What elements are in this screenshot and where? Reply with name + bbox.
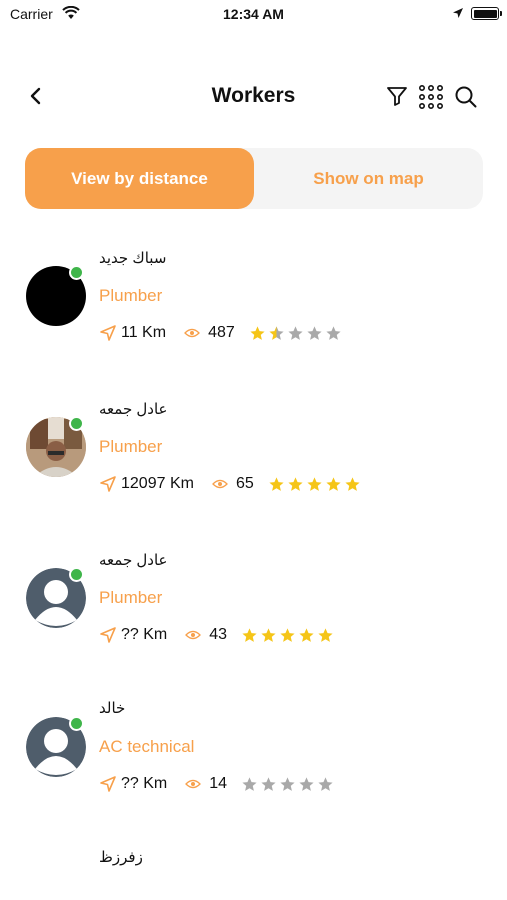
star-icon — [307, 325, 322, 340]
distance-value: 12097 Km — [121, 475, 194, 492]
star-icon — [250, 325, 265, 340]
rating-stars — [249, 325, 344, 342]
worker-meta: 11 Km 487 — [99, 322, 344, 344]
distance-value: ?? Km — [121, 775, 168, 792]
star-icon — [280, 627, 295, 642]
star-icon — [299, 776, 314, 791]
status-time: 12:34 AM — [223, 6, 284, 22]
views-count: 43 — [209, 626, 228, 643]
grid-view-button[interactable] — [418, 84, 444, 110]
star-icon — [299, 627, 314, 642]
worker-list-item[interactable]: عادل جمعه Plumber 12097 Km 65 — [0, 391, 507, 511]
online-status-indicator — [69, 567, 84, 582]
battery-icon — [471, 7, 502, 20]
worker-job: Plumber — [99, 588, 163, 607]
worker-list-item[interactable]: زفرزظ — [0, 840, 507, 900]
rating-stars — [241, 627, 336, 644]
navigation-icon — [100, 776, 116, 792]
worker-name: سباك جديد — [99, 250, 167, 267]
eye-icon — [185, 630, 202, 640]
worker-name: زفرزظ — [99, 849, 143, 866]
worker-job: Plumber — [99, 286, 163, 305]
star-icon — [288, 325, 303, 340]
star-icon — [288, 476, 303, 491]
worker-meta: ?? Km 43 — [99, 624, 336, 646]
distance-value: 11 Km — [121, 324, 167, 341]
header: Workers — [0, 76, 507, 118]
star-icon — [307, 476, 322, 491]
distance-value: ?? Km — [121, 626, 168, 643]
rating-stars — [268, 476, 363, 493]
online-status-indicator — [69, 265, 84, 280]
star-icon — [261, 776, 276, 791]
eye-icon — [185, 779, 202, 789]
star-icon — [242, 776, 257, 791]
search-button[interactable] — [453, 84, 479, 110]
rating-stars — [241, 776, 336, 793]
location-arrow-icon — [453, 8, 463, 18]
eye-icon — [212, 479, 228, 489]
star-icon — [242, 627, 257, 642]
star-icon — [261, 627, 276, 642]
grid-icon — [418, 84, 443, 109]
tab-view-by-distance[interactable]: View by distance — [25, 148, 254, 209]
status-bar: Carrier 12:34 AM — [0, 0, 507, 30]
star-icon — [269, 325, 284, 340]
worker-list-item[interactable]: عادل جمعه Plumber ?? Km 43 — [0, 542, 507, 662]
navigation-icon — [100, 476, 116, 492]
worker-name: عادل جمعه — [99, 552, 168, 569]
filter-button[interactable] — [385, 84, 409, 108]
star-icon — [318, 776, 333, 791]
eye-icon — [184, 328, 200, 338]
star-icon — [269, 476, 284, 491]
navigation-icon — [100, 627, 116, 643]
star-icon — [345, 476, 360, 491]
view-mode-segmented-control: View by distance Show on map — [25, 148, 483, 209]
tab-show-on-map[interactable]: Show on map — [254, 148, 483, 209]
star-icon — [318, 627, 333, 642]
filter-icon — [387, 87, 407, 106]
worker-name: خالد — [99, 700, 126, 717]
search-icon — [455, 86, 477, 108]
worker-job: Plumber — [99, 437, 163, 456]
worker-name: عادل جمعه — [99, 401, 168, 418]
worker-meta: 12097 Km 65 — [99, 473, 363, 495]
online-status-indicator — [69, 716, 84, 731]
star-icon — [280, 776, 295, 791]
worker-meta: ?? Km 14 — [99, 773, 336, 795]
star-icon — [326, 325, 341, 340]
worker-list-item[interactable]: خالد AC technical ?? Km 14 — [0, 691, 507, 811]
online-status-indicator — [69, 416, 84, 431]
views-count: 487 — [208, 324, 235, 341]
worker-list-item[interactable]: سباك جديد Plumber 11 Km 487 — [0, 240, 507, 360]
navigation-icon — [100, 325, 116, 341]
worker-job: AC technical — [99, 737, 195, 756]
views-count: 14 — [209, 775, 228, 792]
views-count: 65 — [235, 475, 254, 492]
star-icon — [326, 476, 341, 491]
